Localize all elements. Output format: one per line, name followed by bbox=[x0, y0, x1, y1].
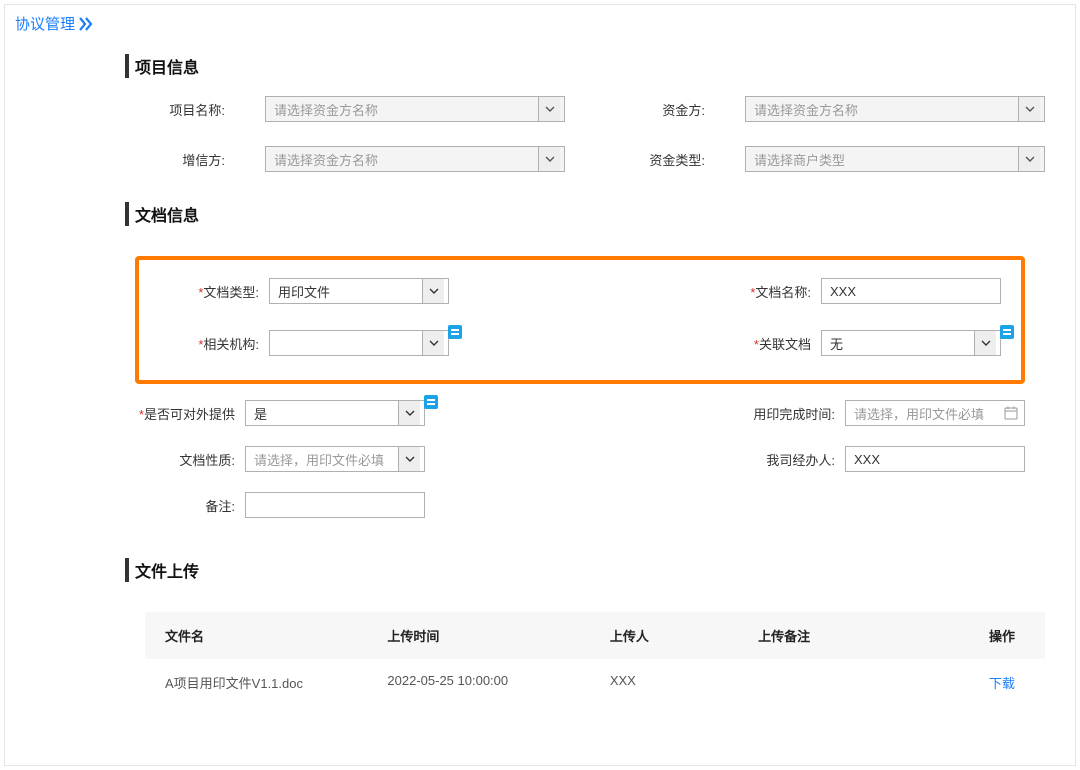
funder-select[interactable]: 请选择资金方名称 bbox=[745, 96, 1045, 122]
chevron-down-icon bbox=[422, 331, 444, 355]
chevron-right-icon bbox=[79, 17, 95, 31]
chevron-down-icon bbox=[1018, 97, 1040, 121]
badge-icon bbox=[424, 395, 438, 409]
cell-upload-time: 2022-05-25 10:00:00 bbox=[387, 673, 609, 692]
related-doc-label: *关联文档 bbox=[711, 334, 811, 353]
handler-label: 我司经办人: bbox=[735, 450, 835, 469]
badge-icon bbox=[1000, 325, 1014, 339]
doc-nature-label: 文档性质: bbox=[135, 450, 235, 469]
fund-type-label: 资金类型: bbox=[605, 150, 705, 169]
table-header: 文件名 上传时间 上传人 上传备注 操作 bbox=[145, 612, 1045, 659]
related-org-label: *相关机构: bbox=[159, 334, 259, 353]
doc-name-label: *文档名称: bbox=[711, 282, 811, 301]
chevron-down-icon bbox=[422, 279, 444, 303]
remark-label: 备注: bbox=[135, 496, 235, 515]
fund-type-select[interactable]: 请选择商户类型 bbox=[745, 146, 1045, 172]
chevron-down-icon bbox=[538, 147, 560, 171]
related-doc-value: 无 bbox=[830, 334, 843, 353]
seal-time-label: 用印完成时间: bbox=[735, 404, 835, 423]
col-action: 操作 bbox=[906, 626, 1025, 645]
seal-time-placeholder: 请选择，用印文件必填 bbox=[854, 404, 984, 423]
credit-label: 增信方: bbox=[125, 150, 225, 169]
cell-filename: A项目用印文件V1.1.doc bbox=[165, 673, 387, 692]
cell-upload-remark bbox=[758, 673, 906, 692]
external-select[interactable]: 是 bbox=[245, 400, 425, 426]
related-doc-select[interactable]: 无 bbox=[821, 330, 1001, 356]
doc-type-label: *文档类型: bbox=[159, 282, 259, 301]
highlighted-fields: *文档类型: 用印文件 *文档名称: XXX *相关机构: *关联文档 无 bbox=[135, 256, 1025, 384]
project-name-value: 请选择资金方名称 bbox=[274, 100, 378, 119]
table-row: A项目用印文件V1.1.doc 2022-05-25 10:00:00 XXX … bbox=[145, 659, 1045, 706]
col-upload-remark: 上传备注 bbox=[758, 626, 906, 645]
project-name-label: 项目名称: bbox=[125, 100, 225, 119]
chevron-down-icon bbox=[398, 401, 420, 425]
external-value: 是 bbox=[254, 404, 267, 423]
doc-nature-placeholder: 请选择，用印文件必填 bbox=[254, 450, 384, 469]
chevron-down-icon bbox=[398, 447, 420, 471]
doc-name-value: XXX bbox=[830, 284, 856, 299]
external-label: *是否可对外提供 bbox=[135, 404, 235, 423]
doc-type-select[interactable]: 用印文件 bbox=[269, 278, 449, 304]
section-title-project: 项目信息 bbox=[125, 54, 1055, 78]
col-uploader: 上传人 bbox=[610, 626, 758, 645]
download-link[interactable]: 下载 bbox=[989, 676, 1015, 691]
handler-input[interactable]: XXX bbox=[845, 446, 1025, 472]
chevron-down-icon bbox=[1018, 147, 1040, 171]
chevron-down-icon bbox=[974, 331, 996, 355]
col-filename: 文件名 bbox=[165, 626, 387, 645]
doc-name-input[interactable]: XXX bbox=[821, 278, 1001, 304]
section-title-doc: 文档信息 bbox=[125, 202, 1055, 226]
project-name-select[interactable]: 请选择资金方名称 bbox=[265, 96, 565, 122]
handler-value: XXX bbox=[854, 452, 880, 467]
credit-value: 请选择资金方名称 bbox=[274, 150, 378, 169]
doc-type-value: 用印文件 bbox=[278, 282, 330, 301]
credit-select[interactable]: 请选择资金方名称 bbox=[265, 146, 565, 172]
chevron-down-icon bbox=[538, 97, 560, 121]
breadcrumb[interactable]: 协议管理 bbox=[15, 13, 1065, 34]
funder-label: 资金方: bbox=[605, 100, 705, 119]
funder-value: 请选择资金方名称 bbox=[754, 100, 858, 119]
breadcrumb-title: 协议管理 bbox=[15, 13, 75, 34]
col-upload-time: 上传时间 bbox=[387, 626, 609, 645]
seal-time-input[interactable]: 请选择，用印文件必填 bbox=[845, 400, 1025, 426]
fund-type-value: 请选择商户类型 bbox=[754, 150, 845, 169]
badge-icon bbox=[448, 325, 462, 339]
cell-uploader: XXX bbox=[610, 673, 758, 692]
calendar-icon bbox=[1002, 404, 1020, 422]
section-title-upload: 文件上传 bbox=[125, 558, 1055, 582]
doc-nature-select[interactable]: 请选择，用印文件必填 bbox=[245, 446, 425, 472]
related-org-select[interactable] bbox=[269, 330, 449, 356]
remark-input[interactable] bbox=[245, 492, 425, 518]
